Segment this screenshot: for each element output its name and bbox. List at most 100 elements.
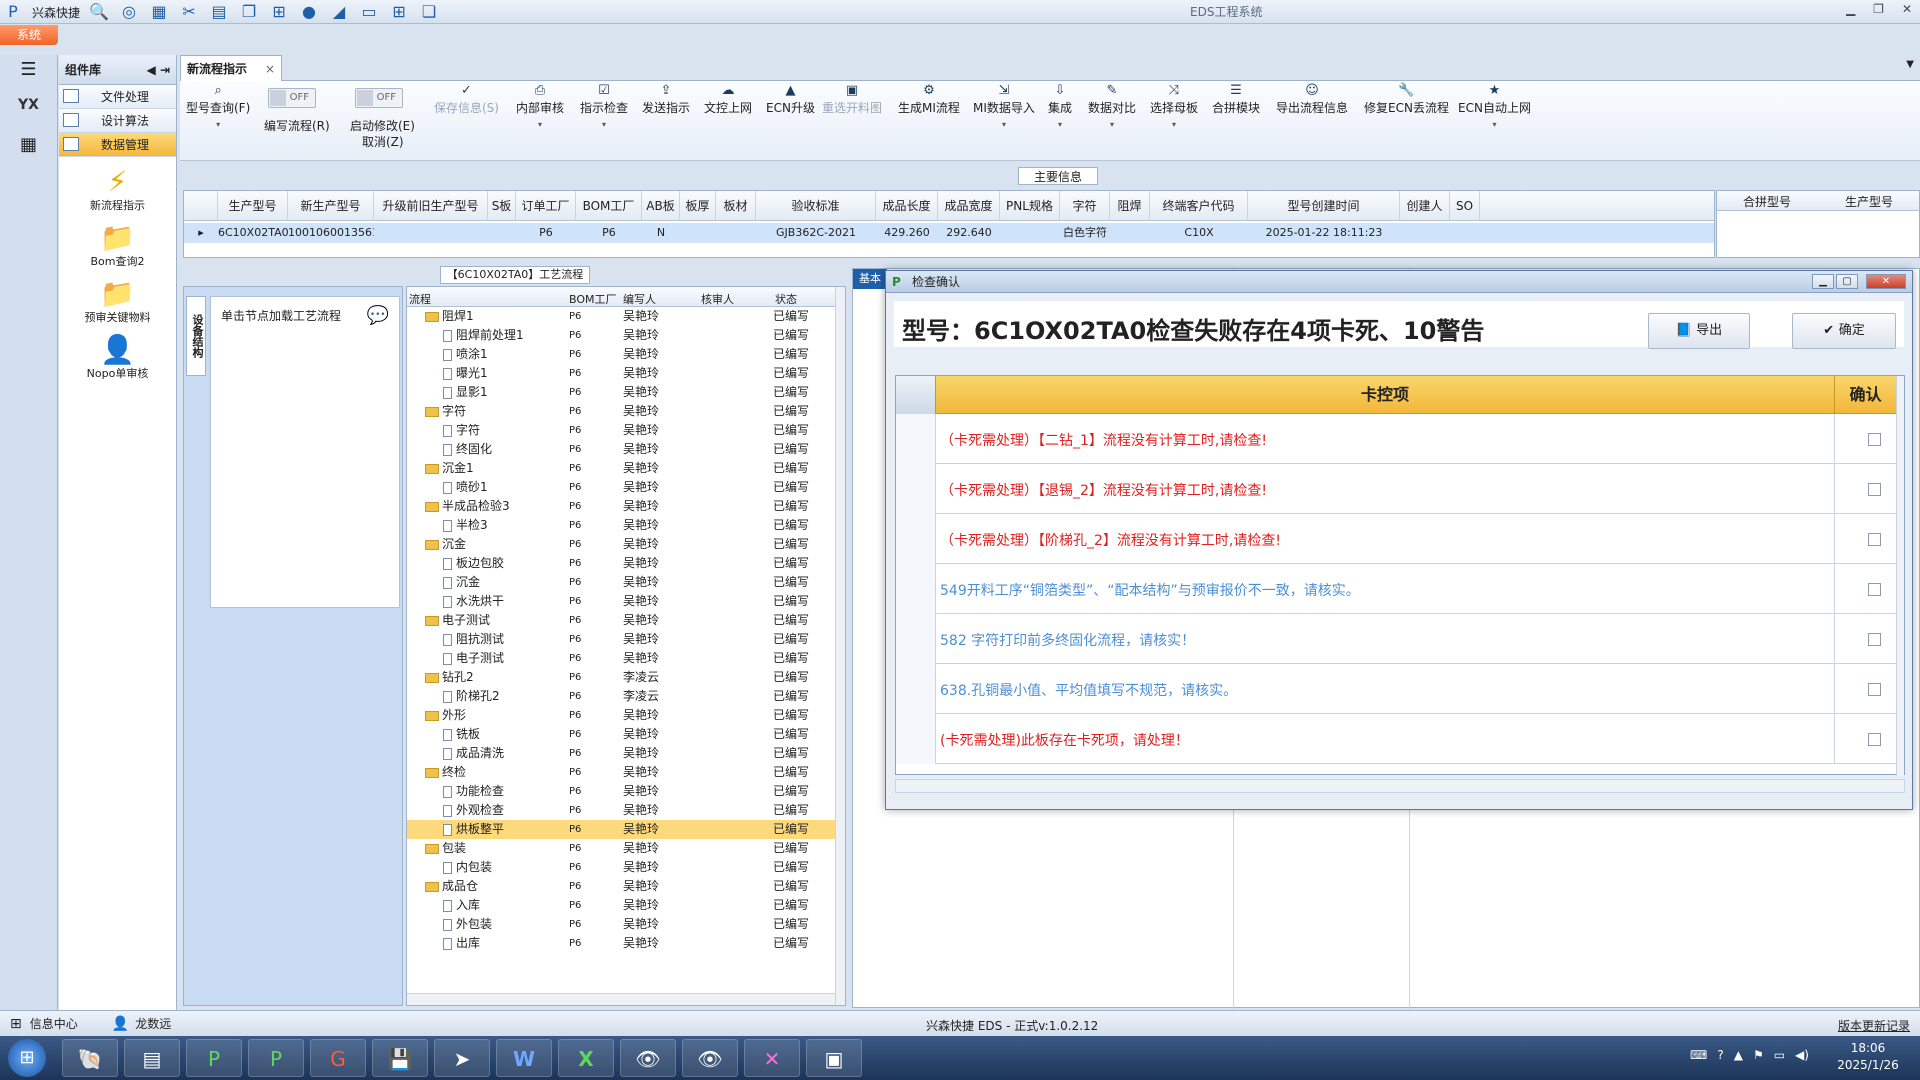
ecn-upgrade-button[interactable]: ▲ ECN升级 (766, 83, 815, 116)
collapse-icon[interactable]: ◀ ⇥ (147, 63, 170, 77)
tree-scrollbar[interactable] (835, 287, 845, 1005)
info-center-icon[interactable]: ⊞ (10, 1016, 22, 1032)
control-item-row[interactable]: （卡死需处理）【阶梯孔_2】流程没有计算工时,请检查! (896, 514, 1896, 564)
control-item-row[interactable]: 638.孔铜最小值、平均值填写不规范，请核实。 (896, 664, 1896, 714)
cancel-button[interactable]: 取消(Z) (362, 133, 404, 150)
tree-row[interactable]: 烘板整平 P6 吴艳玲 已编写 (407, 820, 835, 839)
changelog-link[interactable]: 版本更新记录 (1838, 1017, 1910, 1034)
reselect-cut-diagram-button[interactable]: ▣ 重选开料图 (822, 83, 882, 116)
network-icon[interactable]: ▭ (1774, 1048, 1785, 1062)
write-process-toggle[interactable]: OFF (268, 88, 316, 108)
tree-row[interactable]: 外观检查 P6 吴艳玲 已编写 (407, 801, 835, 820)
tab-new-process[interactable]: 新流程指示 × (180, 55, 282, 81)
calculator-icon[interactable]: ▦ (0, 125, 57, 165)
merge-module-button[interactable]: ☰ 合拼模块 (1212, 83, 1260, 116)
tree-row[interactable]: 铣板 P6 吴艳玲 已编写 (407, 725, 835, 744)
grid-header[interactable]: 字符 (1060, 191, 1110, 221)
grid-header[interactable]: 创建人 (1400, 191, 1450, 221)
tree-row[interactable]: 电子测试 P6 吴艳玲 已编写 (407, 649, 835, 668)
control-item-row[interactable]: 582 字符打印前多终固化流程，请核实！ (896, 614, 1896, 664)
grid-header[interactable]: 生产型号 (218, 191, 288, 221)
row-header[interactable] (896, 414, 936, 464)
confirm-checkbox[interactable] (1868, 483, 1881, 496)
grid-header[interactable]: 终端客户代码 (1150, 191, 1248, 221)
table-scrollbar[interactable] (1896, 376, 1904, 776)
volume-icon[interactable]: ◀) (1795, 1048, 1809, 1062)
taskbar-eye-app-icon[interactable]: 👁 (620, 1039, 676, 1077)
dialog-close-icon[interactable]: ✕ (1866, 274, 1906, 289)
export-process-info-button[interactable]: ☺ 导出流程信息 (1276, 83, 1348, 116)
grid-header[interactable]: 生产型号 (1819, 193, 1919, 210)
tree-row[interactable]: 阻焊1 P6 吴艳玲 已编写 (407, 307, 835, 326)
tree-row[interactable]: 水洗烘干 P6 吴艳玲 已编写 (407, 592, 835, 611)
taskbar-eds-icon[interactable]: P (186, 1039, 242, 1077)
tree-row[interactable]: 字符 P6 吴艳玲 已编写 (407, 402, 835, 421)
tree-row[interactable]: 沉金1 P6 吴艳玲 已编写 (407, 459, 835, 478)
grid-header[interactable]: 验收标准 (756, 191, 876, 221)
tree-header[interactable]: 编写人 (623, 291, 656, 307)
confirm-checkbox[interactable] (1868, 533, 1881, 546)
taskbar-eye-app2-icon[interactable]: 👁 (682, 1039, 738, 1077)
grid-header[interactable]: 板厚 (680, 191, 716, 221)
load-process-box[interactable]: 单击节点加载工艺流程 💬 (210, 296, 400, 608)
tree-row[interactable]: 终固化 P6 吴艳玲 已编写 (407, 440, 835, 459)
tree-row[interactable]: 终检 P6 吴艳玲 已编写 (407, 763, 835, 782)
tree-row[interactable]: 喷涂1 P6 吴艳玲 已编写 (407, 345, 835, 364)
header-confirm[interactable]: 确认 (1834, 376, 1896, 414)
control-item-row[interactable]: (卡死需处理)此板存在卡死项，请处理！ (896, 714, 1896, 764)
start-edit-toggle[interactable]: OFF (355, 88, 403, 108)
tab-equipment-structure[interactable]: 设备结构 (186, 296, 206, 376)
integrate-button[interactable]: ⇩ 集成 ▾ (1048, 83, 1072, 129)
scissors-icon[interactable]: ✂ (178, 1, 200, 23)
control-item-row[interactable]: （卡死需处理）【二钻_1】流程没有计算工时,请检查! (896, 414, 1896, 464)
taskbar-save-icon[interactable]: 💾 (372, 1039, 428, 1077)
tree-row[interactable]: 半成品检验3 P6 吴艳玲 已编写 (407, 497, 835, 516)
taskbar-red-app-icon[interactable]: G (310, 1039, 366, 1077)
taskbar-eds2-icon[interactable]: P (248, 1039, 304, 1077)
tool-preaudit-material[interactable]: 📁 预审关键物料 (59, 279, 176, 325)
model-query-button[interactable]: ⌕ 型号查询(F) ▾ (186, 83, 250, 129)
tree-row[interactable]: 内包装 P6 吴艳玲 已编写 (407, 858, 835, 877)
monitor-icon[interactable]: ▭ (358, 1, 380, 23)
confirm-checkbox[interactable] (1868, 683, 1881, 696)
doc-control-online-button[interactable]: ☁ 文控上网 (704, 83, 752, 116)
row-header[interactable] (896, 614, 936, 664)
save-info-button[interactable]: ✓ 保存信息(S) (434, 83, 499, 116)
tool-bom-query[interactable]: 📁 Bom查询2 (59, 223, 176, 269)
arrow-up-icon[interactable]: ▲ (1734, 1048, 1743, 1062)
search-icon[interactable]: 🔍 (88, 1, 110, 23)
grid-header[interactable]: 新生产型号 (288, 191, 374, 221)
close-icon[interactable]: ✕ (1902, 2, 1912, 16)
row-header[interactable] (896, 664, 936, 714)
flag-icon[interactable]: ⚑ (1753, 1048, 1764, 1062)
tree-row[interactable]: 阻焊前处理1 P6 吴艳玲 已编写 (407, 326, 835, 345)
taskbar-x-app-icon[interactable]: ✕ (744, 1039, 800, 1077)
dialog-hscrollbar[interactable] (895, 779, 1905, 793)
tree-row[interactable]: 外包装 P6 吴艳玲 已编写 (407, 915, 835, 934)
windows-icon[interactable]: ⊞ (388, 1, 410, 23)
tree-row[interactable]: 包装 P6 吴艳玲 已编写 (407, 839, 835, 858)
keyboard-icon[interactable]: ⌨ (1690, 1048, 1707, 1062)
internal-audit-button[interactable]: ⎙ 内部审核 ▾ (516, 83, 564, 129)
grid-header[interactable]: 订单工厂 (516, 191, 576, 221)
taskbar-excel-icon[interactable]: X (558, 1039, 614, 1077)
control-item-row[interactable]: 549开料工序“铜箔类型”、“配本结构”与预审报价不一致，请核实。 (896, 564, 1896, 614)
tree-row[interactable]: 显影1 P6 吴艳玲 已编写 (407, 383, 835, 402)
tree-row[interactable]: 半检3 P6 吴艳玲 已编写 (407, 516, 835, 535)
row-header[interactable] (896, 714, 936, 764)
taskbar-word-icon[interactable]: W (496, 1039, 552, 1077)
tool-nopo-audit[interactable]: 👤 Nopo单审核 (59, 335, 176, 381)
dialog-maximize-icon[interactable]: ▢ (1836, 274, 1858, 289)
control-item-row[interactable]: （卡死需处理）【退锡_2】流程没有计算工时,请检查! (896, 464, 1896, 514)
tree-row[interactable]: 成品仓 P6 吴艳玲 已编写 (407, 877, 835, 896)
mi-data-import-button[interactable]: ⇲ MI数据导入 ▾ (973, 83, 1035, 129)
tree-header[interactable]: BOM工厂 (569, 291, 617, 307)
info-center-label[interactable]: 信息中心 (30, 1015, 78, 1032)
tool-new-process[interactable]: ⚡ 新流程指示 (59, 167, 176, 213)
apps-icon[interactable]: ⊞ (268, 1, 290, 23)
table-icon[interactable]: ▦ (148, 1, 170, 23)
tree-row[interactable]: 出库 P6 吴艳玲 已编写 (407, 934, 835, 953)
grid-icon[interactable]: ▤ (208, 1, 230, 23)
grid-header[interactable]: AB板 (642, 191, 680, 221)
clock[interactable]: 18:06 2025/1/26 (1826, 1040, 1910, 1074)
